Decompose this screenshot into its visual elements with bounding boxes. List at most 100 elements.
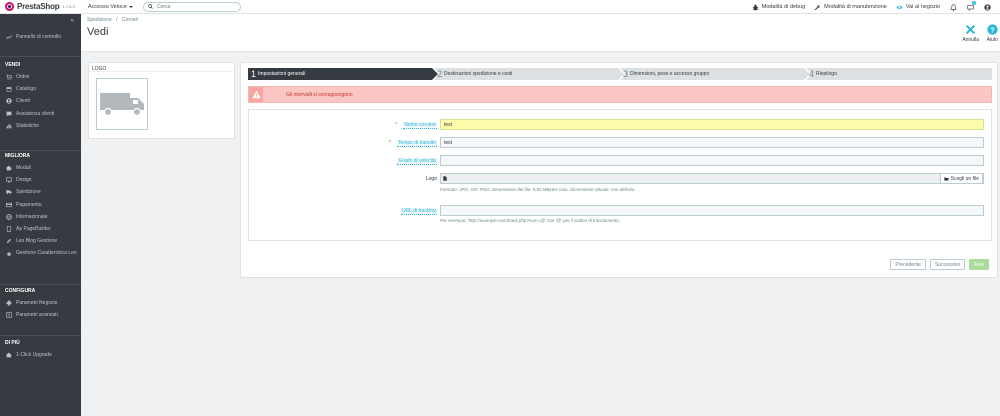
- sidebar-item-label: Internazionale: [16, 213, 48, 220]
- search-icon: [148, 4, 153, 9]
- tracking-url-label: URL di tracking: [401, 208, 437, 215]
- finish-button[interactable]: Fine: [969, 259, 989, 270]
- sidebar-item-customer-service[interactable]: Assistenza clienti: [0, 108, 81, 120]
- employee-account-button[interactable]: [983, 3, 991, 11]
- svg-text:?: ?: [990, 25, 995, 34]
- sidebar-item-leo-blog[interactable]: Leo Blog Gestione: [0, 235, 81, 247]
- sidebar-item-label: Clienti: [16, 98, 30, 105]
- folder-open-icon: [943, 177, 949, 180]
- quick-access-dropdown[interactable]: Accesso Veloce: [88, 4, 138, 10]
- wizard-step-2[interactable]: 2 Destinazioni spedizione e costi: [434, 68, 624, 80]
- error-alert: Gli intervalli si sovrappongono: [248, 86, 992, 103]
- sidebar-section-improve: MIGLIORA: [5, 153, 30, 159]
- cancel-button[interactable]: Annulla: [962, 24, 979, 43]
- sidebar: « Pannello di controllo VENDI Ordini Cat…: [0, 14, 81, 416]
- sidebar-item-ap-pagebuilder[interactable]: Ap PageBuilder: [0, 223, 81, 235]
- brand-logo[interactable]: PrestaShop 1.7.6.3: [0, 2, 82, 11]
- puzzle-icon: [6, 165, 12, 171]
- logo-file-input[interactable]: Scegli un file: [440, 173, 984, 184]
- truck-icon: [5, 190, 12, 195]
- help-button[interactable]: ? Aiuto: [987, 24, 998, 43]
- tracking-url-label-text: URL di tracking: [401, 208, 437, 215]
- tracking-help-text: Per esempio: 'http://example.com/track.p…: [440, 218, 621, 223]
- document-icon: [6, 226, 11, 232]
- sidebar-item-label: Pagamento: [16, 201, 42, 208]
- logo-panel: LOGO: [88, 62, 235, 139]
- help-icon: ?: [987, 24, 998, 35]
- settings-box-icon: [5, 312, 12, 318]
- sidebar-item-shop-parameters[interactable]: Parametri Negozio: [0, 297, 81, 309]
- credit-card-icon: [5, 202, 12, 207]
- tracking-url-input[interactable]: [440, 205, 984, 216]
- logo-label: Logo: [425, 176, 437, 182]
- wizard-step-1[interactable]: 1 Impostazioni generali: [248, 68, 438, 80]
- speed-grade-input[interactable]: [440, 155, 984, 166]
- gear-icon: [5, 300, 12, 306]
- transit-time-label: Tempo di transito: [389, 140, 437, 147]
- desktop-icon: [5, 177, 12, 183]
- notifications-button[interactable]: [949, 3, 957, 11]
- sidebar-item-catalog[interactable]: Catalogo: [0, 83, 81, 95]
- sidebar-item-leo-features[interactable]: Gestione Caratteristica Leo: [0, 247, 81, 264]
- sidebar-item-customers[interactable]: Clienti: [0, 95, 81, 107]
- page-title: Vedi: [87, 26, 109, 38]
- orders-notification-button[interactable]: 1: [966, 1, 976, 11]
- previous-button[interactable]: Precedente: [890, 259, 926, 270]
- carrier-general-form: Nome corriere Tempo di transito Grado di…: [248, 109, 992, 241]
- file-icon: [443, 176, 447, 181]
- carrier-name-input[interactable]: [440, 119, 984, 130]
- search-input[interactable]: [157, 3, 237, 10]
- notification-badge: 1: [972, 1, 976, 5]
- maintenance-mode-link[interactable]: Modalità di manutenzione: [814, 4, 887, 11]
- sidebar-item-label: 1-Click Upgrade: [16, 352, 52, 359]
- debug-mode-link[interactable]: Modalità di debug: [752, 3, 806, 11]
- globe-icon: [5, 214, 12, 220]
- brand-version: 1.7.6.3: [62, 4, 75, 9]
- debug-mode-label: Modalità di debug: [761, 4, 806, 10]
- view-store-link[interactable]: Vai al negozio: [896, 4, 940, 11]
- wizard-step-number: 2: [437, 69, 443, 79]
- cancel-label: Annulla: [962, 37, 979, 43]
- sidebar-item-label: Parametri Negozio: [16, 300, 58, 307]
- sidebar-item-label: Statistiche: [16, 122, 40, 129]
- user-avatar-icon: [983, 3, 991, 11]
- choose-file-button[interactable]: Scegli un file: [939, 173, 983, 184]
- logo-panel-heading: LOGO: [89, 63, 234, 72]
- sidebar-item-shipping[interactable]: Spedizione: [0, 186, 81, 198]
- sidebar-item-orders[interactable]: Ordini: [0, 71, 81, 83]
- sidebar-item-label: Ordini: [16, 74, 30, 81]
- edit-icon: [6, 239, 11, 244]
- sidebar-item-international[interactable]: Internazionale: [0, 211, 81, 223]
- sidebar-item-statistics[interactable]: Statistiche: [0, 120, 81, 132]
- wizard-step-label: Impostazioni generali: [258, 71, 306, 77]
- trending-up-icon: [5, 35, 12, 40]
- cart-icon: [5, 74, 12, 80]
- wizard-step-number: 4: [809, 69, 815, 79]
- sidebar-item-1click-upgrade[interactable]: 1-Click Upgrade: [0, 349, 81, 361]
- sidebar-item-design[interactable]: Design: [0, 174, 81, 186]
- chat-icon: [6, 111, 11, 117]
- account-circle-icon: [5, 98, 12, 105]
- prestashop-logo-icon: [5, 2, 14, 11]
- choose-file-label: Scegli un file: [950, 175, 979, 182]
- speed-grade-label: Grado di velocità: [397, 158, 437, 165]
- star-icon: [5, 251, 12, 257]
- sidebar-item-label: Catalogo: [16, 86, 37, 93]
- puzzle-icon: [6, 352, 12, 358]
- next-button[interactable]: Successivo: [929, 259, 966, 270]
- wizard-step-4[interactable]: 4 Riepilogo: [806, 68, 992, 80]
- sidebar-item-advanced-parameters[interactable]: Parametri avanzati: [0, 309, 81, 321]
- sidebar-item-dashboard[interactable]: Pannello di controllo: [0, 31, 81, 43]
- collapse-sidebar-icon[interactable]: «: [71, 18, 74, 24]
- sidebar-item-modules[interactable]: Moduli: [0, 162, 81, 174]
- transit-time-input[interactable]: [440, 137, 984, 148]
- breadcrumb-item[interactable]: Spedizione: [87, 17, 112, 23]
- wizard-step-3[interactable]: 3 Dimensioni, peso e accesso gruppo: [620, 68, 810, 80]
- sidebar-item-payment[interactable]: Pagamento: [0, 199, 81, 211]
- wizard-navigation: Precedente Successivo Fine: [886, 259, 989, 270]
- wizard-step-label: Riepilogo: [816, 71, 837, 77]
- brand-name: PrestaShop: [17, 2, 60, 11]
- top-bar: PrestaShop 1.7.6.3 Accesso Veloce Modali…: [0, 0, 1000, 14]
- search-box[interactable]: [143, 1, 241, 12]
- breadcrumb-separator: /: [116, 17, 118, 23]
